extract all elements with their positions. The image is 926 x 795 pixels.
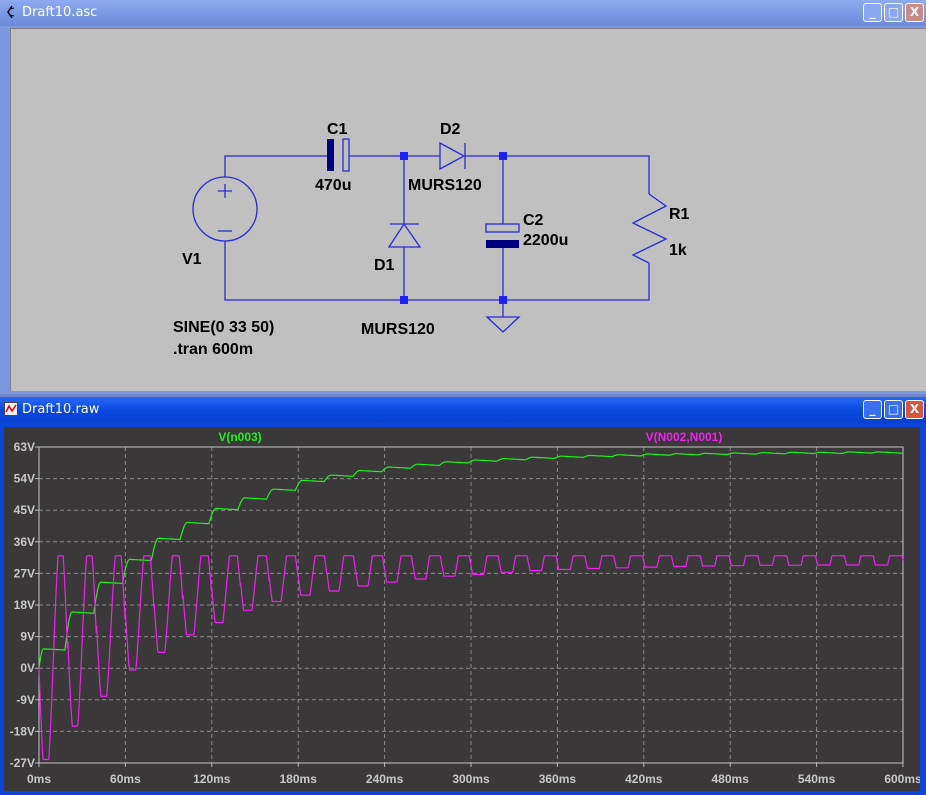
capacitor-c1-plate[interactable] <box>342 138 350 172</box>
waveform-icon <box>4 402 18 416</box>
diode-d1[interactable] <box>387 222 422 248</box>
y-tick-label: 27V <box>14 566 35 580</box>
d2-model: MURS120 <box>408 177 482 194</box>
y-tick-label: 36V <box>14 535 35 549</box>
x-tick-label: 300ms <box>452 772 490 786</box>
x-tick-label: 180ms <box>280 772 318 786</box>
y-tick-label: 54V <box>14 472 35 486</box>
schematic-title: Draft10.asc <box>22 5 98 20</box>
schematic-canvas[interactable]: C1 470u D2 MURS120 C2 2200u R1 1k V1 D1 … <box>10 28 926 391</box>
maximize-button[interactable]: □ <box>884 3 903 22</box>
close-button[interactable]: X <box>905 400 924 419</box>
waveform-title-bar[interactable]: Draft10.raw _ □ X <box>0 397 926 423</box>
d1-label: D1 <box>374 257 395 274</box>
y-tick-label: -27V <box>10 756 35 770</box>
x-tick-label: 60ms <box>110 772 141 786</box>
capacitor-c2-filled-plate <box>486 240 519 248</box>
x-tick-label: 480ms <box>712 772 750 786</box>
c2-label: C2 <box>523 212 544 229</box>
schematic-title-bar[interactable]: Draft10.asc _ □ X <box>0 0 926 26</box>
legend-v-n003[interactable]: V(n003) <box>218 430 261 444</box>
c1-value: 470u <box>315 177 351 194</box>
x-tick-label: 540ms <box>798 772 836 786</box>
minimize-button[interactable]: _ <box>863 3 882 22</box>
waveform-plot[interactable]: 0ms 60ms 120ms 180ms 240ms 300ms 360ms 420ms 480… <box>4 427 920 791</box>
y-tick-label: 63V <box>14 440 35 454</box>
y-tick-label: 0V <box>20 661 35 675</box>
capacitor-c1-filled-plate <box>327 139 334 171</box>
junction-dots <box>400 152 507 304</box>
schematic-window: Draft10.asc _ □ X C1 470u D2 MURS120 C2 … <box>0 0 926 394</box>
c2-value: 2200u <box>523 232 568 249</box>
maximize-button[interactable]: □ <box>884 400 903 419</box>
capacitor-c2-plate[interactable] <box>485 223 520 233</box>
y-tick-label: 9V <box>20 630 35 644</box>
schematic-drawing: C1 470u D2 MURS120 C2 2200u R1 1k V1 D1 … <box>173 121 690 358</box>
r1-value: 1k <box>669 242 687 259</box>
r1-label: R1 <box>669 206 690 223</box>
c1-label: C1 <box>327 121 348 138</box>
d2-label: D2 <box>440 121 461 138</box>
x-tick-label: 0ms <box>27 772 51 786</box>
ltspice-schematic-icon <box>7 5 15 19</box>
x-tick-label: 240ms <box>366 772 404 786</box>
d1-model: MURS120 <box>361 321 435 338</box>
waveform-window: Draft10.raw _ □ X 0ms 60ms 120ms 180ms 240ms… <box>0 397 926 795</box>
y-tick-label: -18V <box>10 724 35 738</box>
y-tick-label: -9V <box>16 693 35 707</box>
v1-label: V1 <box>182 251 202 268</box>
resistor-r1[interactable] <box>631 193 668 264</box>
plot-pane[interactable]: 0ms 60ms 120ms 180ms 240ms 300ms 360ms 420ms 480… <box>4 427 920 791</box>
x-tick-label: 600ms <box>884 772 920 786</box>
waveform-title: Draft10.raw <box>22 402 100 417</box>
legend-v-n002-n001[interactable]: V(N002,N001) <box>646 430 723 444</box>
diode-d2[interactable] <box>439 141 466 171</box>
plus-sign-icon <box>218 184 232 198</box>
tran-directive[interactable]: .tran 600m <box>173 341 253 358</box>
close-button[interactable]: X <box>905 3 924 22</box>
y-tick-label: 18V <box>14 598 35 612</box>
minimize-button[interactable]: _ <box>863 400 882 419</box>
x-tick-label: 120ms <box>193 772 231 786</box>
v1-value: SINE(0 33 50) <box>173 319 274 336</box>
x-tick-label: 420ms <box>625 772 663 786</box>
y-tick-label: 45V <box>14 503 35 517</box>
x-tick-label: 360ms <box>539 772 577 786</box>
ground-icon <box>485 316 521 333</box>
